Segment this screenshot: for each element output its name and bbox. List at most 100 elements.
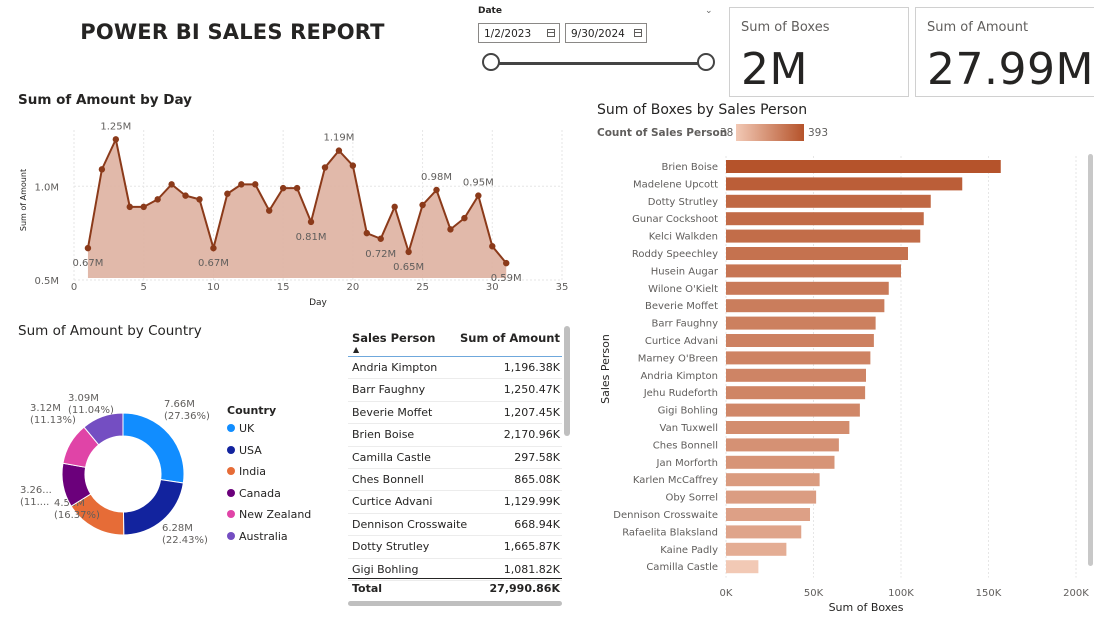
- cell-sales-person: Gigi Bohling: [352, 562, 419, 576]
- legend-label: UK: [239, 422, 255, 435]
- boxes-by-sales-person-chart[interactable]: 0K 50K 100K 150K 200K Brien Boise Madelene Upc…: [590, 150, 1090, 618]
- table-horizontal-scrollbar[interactable]: [348, 601, 562, 606]
- calendar-icon[interactable]: [547, 29, 555, 37]
- data-label: 0.59M: [491, 273, 522, 284]
- data-point: [335, 147, 343, 154]
- x-tick-label: 50K: [804, 588, 824, 599]
- bar: [726, 299, 885, 313]
- amount-by-day-chart[interactable]: 0 5 10 15 20 25 30 350.5M1.0MDaySum of Amount0.…: [0, 110, 580, 310]
- bar: [726, 542, 787, 556]
- data-point: [307, 218, 315, 226]
- table-row[interactable]: Brien Boise 2,170.96K: [348, 424, 562, 447]
- legend-marker: [227, 510, 235, 518]
- bar: [726, 473, 820, 487]
- data-point: [168, 181, 175, 188]
- legend-item[interactable]: New Zealand: [227, 508, 311, 522]
- bar: [726, 560, 759, 574]
- data-point: [140, 203, 147, 211]
- legend-item[interactable]: UK: [227, 422, 254, 436]
- cell-sales-person: Brien Boise: [352, 428, 415, 442]
- column-header-sales-person[interactable]: Sales Person: [352, 331, 435, 345]
- color-legend-label: Count of Sales Person: [597, 127, 728, 139]
- legend-label: Australia: [239, 529, 288, 543]
- country-legend-title: Country: [227, 404, 277, 417]
- sum-of-boxes-card[interactable]: Sum of Boxes 2M: [729, 7, 909, 97]
- category-label: Gigi Bohling: [658, 406, 718, 417]
- data-point: [84, 244, 92, 252]
- legend-item[interactable]: Canada: [227, 487, 281, 501]
- bar-chart-scrollbar[interactable]: [1088, 154, 1093, 566]
- x-tick-label: 150K: [976, 588, 1002, 599]
- category-label: Husein Augar: [651, 266, 719, 277]
- table-row[interactable]: Curtice Advani 1,129.99K: [348, 491, 562, 514]
- y-tick-label: 1.0M: [34, 182, 59, 193]
- legend-marker: [227, 467, 235, 475]
- data-point: [210, 244, 217, 252]
- cell-sales-person: Curtice Advani: [352, 495, 433, 509]
- cell-sales-person: Andria Kimpton: [352, 361, 438, 374]
- bar: [726, 351, 871, 365]
- category-label: Camilla Castle: [646, 562, 718, 573]
- start-date-value: 1/2/2023: [484, 28, 532, 40]
- date-slicer-label: Date: [478, 6, 502, 16]
- category-label: Dennison Crosswaite: [613, 510, 718, 521]
- category-label: Jehu Rudeforth: [643, 388, 718, 399]
- date-slider-end-handle[interactable]: [697, 53, 715, 71]
- sales-person-table[interactable]: Sales Person ▲ Sum of Amount Andria Kimp…: [348, 326, 562, 581]
- sum-of-amount-card[interactable]: Sum of Amount 27.99M: [915, 7, 1094, 97]
- data-point: [154, 196, 161, 203]
- table-body: Andria Kimpton 1,196.38K Barr Faughny 1,250…: [348, 357, 562, 581]
- data-label: 1.19M: [323, 133, 354, 144]
- data-label: 0.72M: [365, 249, 396, 260]
- color-legend-gradient: [736, 124, 804, 141]
- cell-sum-of-amount: 297.58K: [514, 450, 560, 464]
- data-point: [363, 229, 370, 237]
- cell-sales-person: Dennison Crosswaite: [352, 517, 468, 531]
- start-date-input[interactable]: 1/2/2023: [478, 23, 560, 43]
- category-label: Madelene Upcott: [633, 179, 718, 190]
- table-vertical-scrollbar[interactable]: [564, 326, 570, 436]
- data-point: [489, 243, 496, 250]
- legend-marker: [227, 531, 235, 540]
- x-tick-label: 100K: [888, 588, 914, 599]
- end-date-input[interactable]: 9/30/2024: [565, 23, 647, 43]
- data-label: 0.67M: [72, 258, 103, 269]
- table-row[interactable]: Barr Faughny 1,250.47K: [348, 379, 562, 402]
- bar: [726, 403, 860, 417]
- category-label: Beverie Moffet: [645, 301, 718, 312]
- date-range-slider-track[interactable]: [491, 62, 707, 65]
- cell-sum-of-amount: 1,207.45K: [503, 405, 560, 419]
- sort-ascending-icon[interactable]: ▲: [353, 345, 359, 354]
- category-label: Brien Boise: [661, 162, 718, 173]
- x-tick-label: 20: [346, 282, 359, 293]
- data-point: [503, 259, 510, 267]
- data-point: [349, 162, 357, 169]
- x-tick-label: 35: [556, 282, 569, 293]
- chevron-down-icon[interactable]: ⌄: [705, 6, 713, 16]
- cell-sum-of-amount: 1,081.82K: [503, 562, 560, 576]
- legend-item[interactable]: USA: [227, 444, 262, 458]
- data-label: 0.98M: [421, 172, 452, 183]
- table-row[interactable]: Dotty Strutley 1,665.87K: [348, 536, 562, 559]
- slice-value-label: 6.28M: [162, 523, 193, 534]
- bar: [726, 525, 802, 539]
- table-row[interactable]: Beverie Moffet 1,207.45K: [348, 402, 562, 425]
- date-slider-start-handle[interactable]: [482, 53, 500, 71]
- column-header-sum-of-amount[interactable]: Sum of Amount: [460, 331, 560, 345]
- legend-item[interactable]: Australia: [227, 530, 288, 544]
- slice-percent-label: (11.13%): [30, 415, 76, 426]
- x-tick-label: 25: [416, 282, 429, 293]
- slice-value-label: 3.26...: [20, 485, 52, 496]
- table-row[interactable]: Andria Kimpton 1,196.38K: [348, 357, 562, 380]
- bar: [726, 264, 901, 278]
- data-label: 0.65M: [393, 262, 424, 273]
- data-point: [377, 235, 384, 242]
- table-row[interactable]: Dennison Crosswaite 668.94K: [348, 514, 562, 537]
- table-row[interactable]: Ches Bonnell 865.08K: [348, 469, 562, 492]
- y-axis-label: Sales Person: [599, 334, 612, 404]
- legend-item[interactable]: India: [227, 465, 266, 479]
- calendar-icon[interactable]: [634, 29, 642, 37]
- amount-by-country-chart[interactable]: 7.66M(27.36%)6.28M(22.43%)4.58M(16.37%)3…: [0, 380, 225, 570]
- table-row[interactable]: Camilla Castle 297.58K: [348, 447, 562, 469]
- slice-percent-label: (27.36%): [164, 411, 210, 422]
